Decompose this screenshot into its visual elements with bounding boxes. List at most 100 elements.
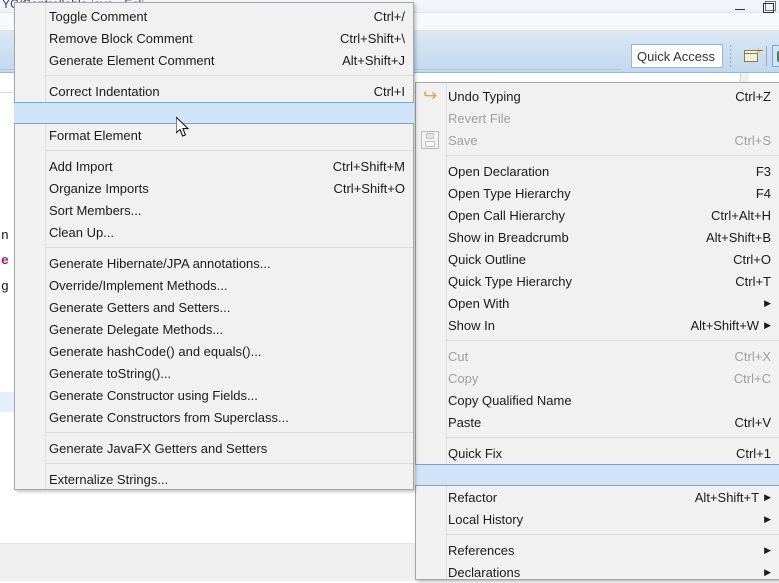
menu-item-label: Refactor	[448, 489, 498, 505]
menu-item-label: Paste	[448, 414, 482, 430]
menu-item-label: Open With	[448, 295, 510, 311]
menu-item-shortcut: Ctrl+X	[734, 348, 771, 364]
menu-item-override-implement-methods[interactable]: Override/Implement Methods...	[15, 274, 413, 296]
menu-item-label: Format	[49, 105, 91, 121]
menu-item-shortcut: Ctrl+O	[733, 251, 771, 267]
menu-separator	[446, 155, 779, 156]
menu-item-label: Show in Breadcrumb	[448, 229, 569, 245]
source-menu-item-list: Toggle Comment Ctrl+/ Remove Block Comment…	[14, 5, 414, 490]
menu-item-references[interactable]: References ▶	[416, 539, 779, 561]
menu-item-generate-constructors-from-superclass[interactable]: Generate Constructors from Superclass...	[15, 406, 413, 428]
menu-item-cut: Cut Ctrl+X	[416, 345, 779, 367]
menu-item-label: Correct Indentation	[49, 83, 160, 99]
menu-item-label: Add Import	[49, 158, 113, 174]
menu-item-shortcut: Ctrl+Shift+\	[339, 30, 405, 46]
save-icon	[421, 131, 439, 149]
menu-item-open-type-hierarchy[interactable]: Open Type Hierarchy F4	[416, 182, 779, 204]
menu-item-label: Open Declaration	[448, 163, 550, 179]
menu-item-show-in[interactable]: Show In Alt+Shift+W ▶	[416, 314, 779, 336]
menu-item-source[interactable]: Source Alt+Shift+S ▶	[415, 464, 779, 486]
menu-item-quick-type-hierarchy[interactable]: Quick Type Hierarchy Ctrl+T	[416, 270, 779, 292]
menu-item-organize-imports[interactable]: Organize Imports Ctrl+Shift+O	[15, 177, 413, 199]
menu-item-generate-getters-and-setters[interactable]: Generate Getters and Setters...	[15, 296, 413, 318]
code-fragment-2: e	[1, 253, 9, 268]
menu-item-show-in-breadcrumb[interactable]: Show in Breadcrumb Alt+Shift+B	[416, 226, 779, 248]
menu-item-label: Remove Block Comment	[49, 30, 193, 46]
menu-item-label: Generate Getters and Setters...	[49, 299, 231, 315]
menu-item-paste[interactable]: Paste Ctrl+V	[416, 411, 779, 433]
menu-item-copy: Copy Ctrl+C	[416, 367, 779, 389]
menu-item-copy-qualified-name[interactable]: Copy Qualified Name	[416, 389, 779, 411]
new-badge-icon	[755, 47, 762, 54]
menu-separator	[45, 150, 413, 151]
menu-item-generate-tostring[interactable]: Generate toString()...	[15, 362, 413, 384]
menu-item-shortcut: Ctrl+C	[733, 370, 771, 386]
submenu-arrow-icon: ▶	[764, 566, 771, 577]
menu-item-shortcut: Ctrl+1	[735, 445, 771, 461]
menu-item-label: Copy Qualified Name	[448, 392, 572, 408]
menu-item-shortcut: Ctrl+I	[373, 83, 405, 99]
submenu-arrow-icon: ▶	[764, 491, 771, 502]
menu-item-add-import[interactable]: Add Import Ctrl+Shift+M	[15, 155, 413, 177]
submenu-arrow-icon: ▶	[764, 319, 771, 330]
editor-context-menu[interactable]: ↩ Undo Typing Ctrl+Z Revert File Save Ctrl+S O…	[415, 82, 779, 580]
menu-item-format-element[interactable]: Format Element	[15, 124, 413, 146]
menu-item-generate-hashcode-and-equals[interactable]: Generate hashCode() and equals()...	[15, 340, 413, 362]
menu-item-label: Generate Hibernate/JPA annotations...	[49, 255, 271, 271]
menu-item-undo-typing[interactable]: ↩ Undo Typing Ctrl+Z	[416, 85, 779, 107]
menu-item-externalize-strings[interactable]: Externalize Strings...	[15, 468, 413, 490]
undo-icon: ↩	[422, 86, 438, 105]
menu-item-label: Cut	[448, 348, 469, 364]
menu-item-shortcut: Ctrl+Shift+O	[333, 180, 405, 196]
menu-item-correct-indentation[interactable]: Correct Indentation Ctrl+I	[15, 80, 413, 102]
maximize-button[interactable]	[761, 1, 776, 13]
menu-item-generate-javafx-getters-and-setters[interactable]: Generate JavaFX Getters and Setters	[15, 437, 413, 459]
menu-item-refactor[interactable]: Refactor Alt+Shift+T ▶	[416, 486, 779, 508]
menu-item-label: Generate toString()...	[49, 365, 172, 381]
menu-item-local-history[interactable]: Local History ▶	[416, 508, 779, 530]
menu-item-shortcut: F3	[755, 163, 771, 179]
menu-item-label: Generate Delegate Methods...	[49, 321, 224, 337]
menu-item-shortcut: Alt+Shift+W	[690, 317, 760, 333]
minimize-button[interactable]	[733, 1, 747, 13]
source-submenu[interactable]: Toggle Comment Ctrl+/ Remove Block Comment…	[14, 2, 414, 490]
menu-item-toggle-comment[interactable]: Toggle Comment Ctrl+/	[15, 5, 413, 27]
menu-item-label: Generate Constructor using Fields...	[49, 387, 258, 403]
menu-item-shortcut: Ctrl+V	[734, 414, 771, 430]
menu-item-shortcut: Alt+Shift+S	[694, 467, 760, 483]
menu-item-label: Generate Element Comment	[49, 52, 215, 68]
context-menu-item-list: ↩ Undo Typing Ctrl+Z Revert File Save Ctrl+S O…	[415, 85, 779, 583]
menu-item-label: Open Type Hierarchy	[448, 185, 571, 201]
menu-item-generate-element-comment[interactable]: Generate Element Comment Alt+Shift+J	[15, 49, 413, 71]
menu-item-label: Local History	[448, 511, 524, 527]
menu-item-generate-constructor-using-fields[interactable]: Generate Constructor using Fields...	[15, 384, 413, 406]
run-debug-icon[interactable]	[772, 45, 779, 67]
menu-item-sort-members[interactable]: Sort Members...	[15, 199, 413, 221]
quick-access-field[interactable]: Quick Access	[631, 44, 723, 68]
menu-item-remove-block-comment[interactable]: Remove Block Comment Ctrl+Shift+\	[15, 27, 413, 49]
menu-item-generate-hibernate-jpa-annotations[interactable]: Generate Hibernate/JPA annotations...	[15, 252, 413, 274]
menu-separator	[45, 75, 413, 76]
menu-item-generate-delegate-methods[interactable]: Generate Delegate Methods...	[15, 318, 413, 340]
submenu-arrow-icon: ▶	[764, 297, 771, 308]
menu-item-label: Generate hashCode() and equals()...	[49, 343, 262, 359]
menu-separator	[446, 534, 779, 535]
submenu-arrow-icon: ▶	[764, 469, 771, 480]
menu-item-clean-up[interactable]: Clean Up...	[15, 221, 413, 243]
menu-separator	[45, 247, 413, 248]
menu-item-open-declaration[interactable]: Open Declaration F3	[416, 160, 779, 182]
submenu-arrow-icon: ▶	[764, 513, 771, 524]
menu-item-open-with[interactable]: Open With ▶	[416, 292, 779, 314]
menu-item-quick-fix[interactable]: Quick Fix Ctrl+1	[416, 442, 779, 464]
menu-item-open-call-hierarchy[interactable]: Open Call Hierarchy Ctrl+Alt+H	[416, 204, 779, 226]
menu-item-format[interactable]: Format Ctrl+Shift+F	[14, 102, 414, 124]
menu-item-label: Quick Outline	[448, 251, 527, 267]
menu-item-quick-outline[interactable]: Quick Outline Ctrl+O	[416, 248, 779, 270]
toolbar-grip-handle[interactable]	[729, 44, 733, 68]
menu-item-save: Save Ctrl+S	[416, 129, 779, 151]
menu-item-shortcut: Ctrl+S	[734, 132, 771, 148]
new-window-icon[interactable]	[742, 45, 764, 67]
menu-item-label: Override/Implement Methods...	[49, 277, 228, 293]
code-selection-highlight-left	[0, 392, 15, 412]
menu-separator	[45, 463, 413, 464]
